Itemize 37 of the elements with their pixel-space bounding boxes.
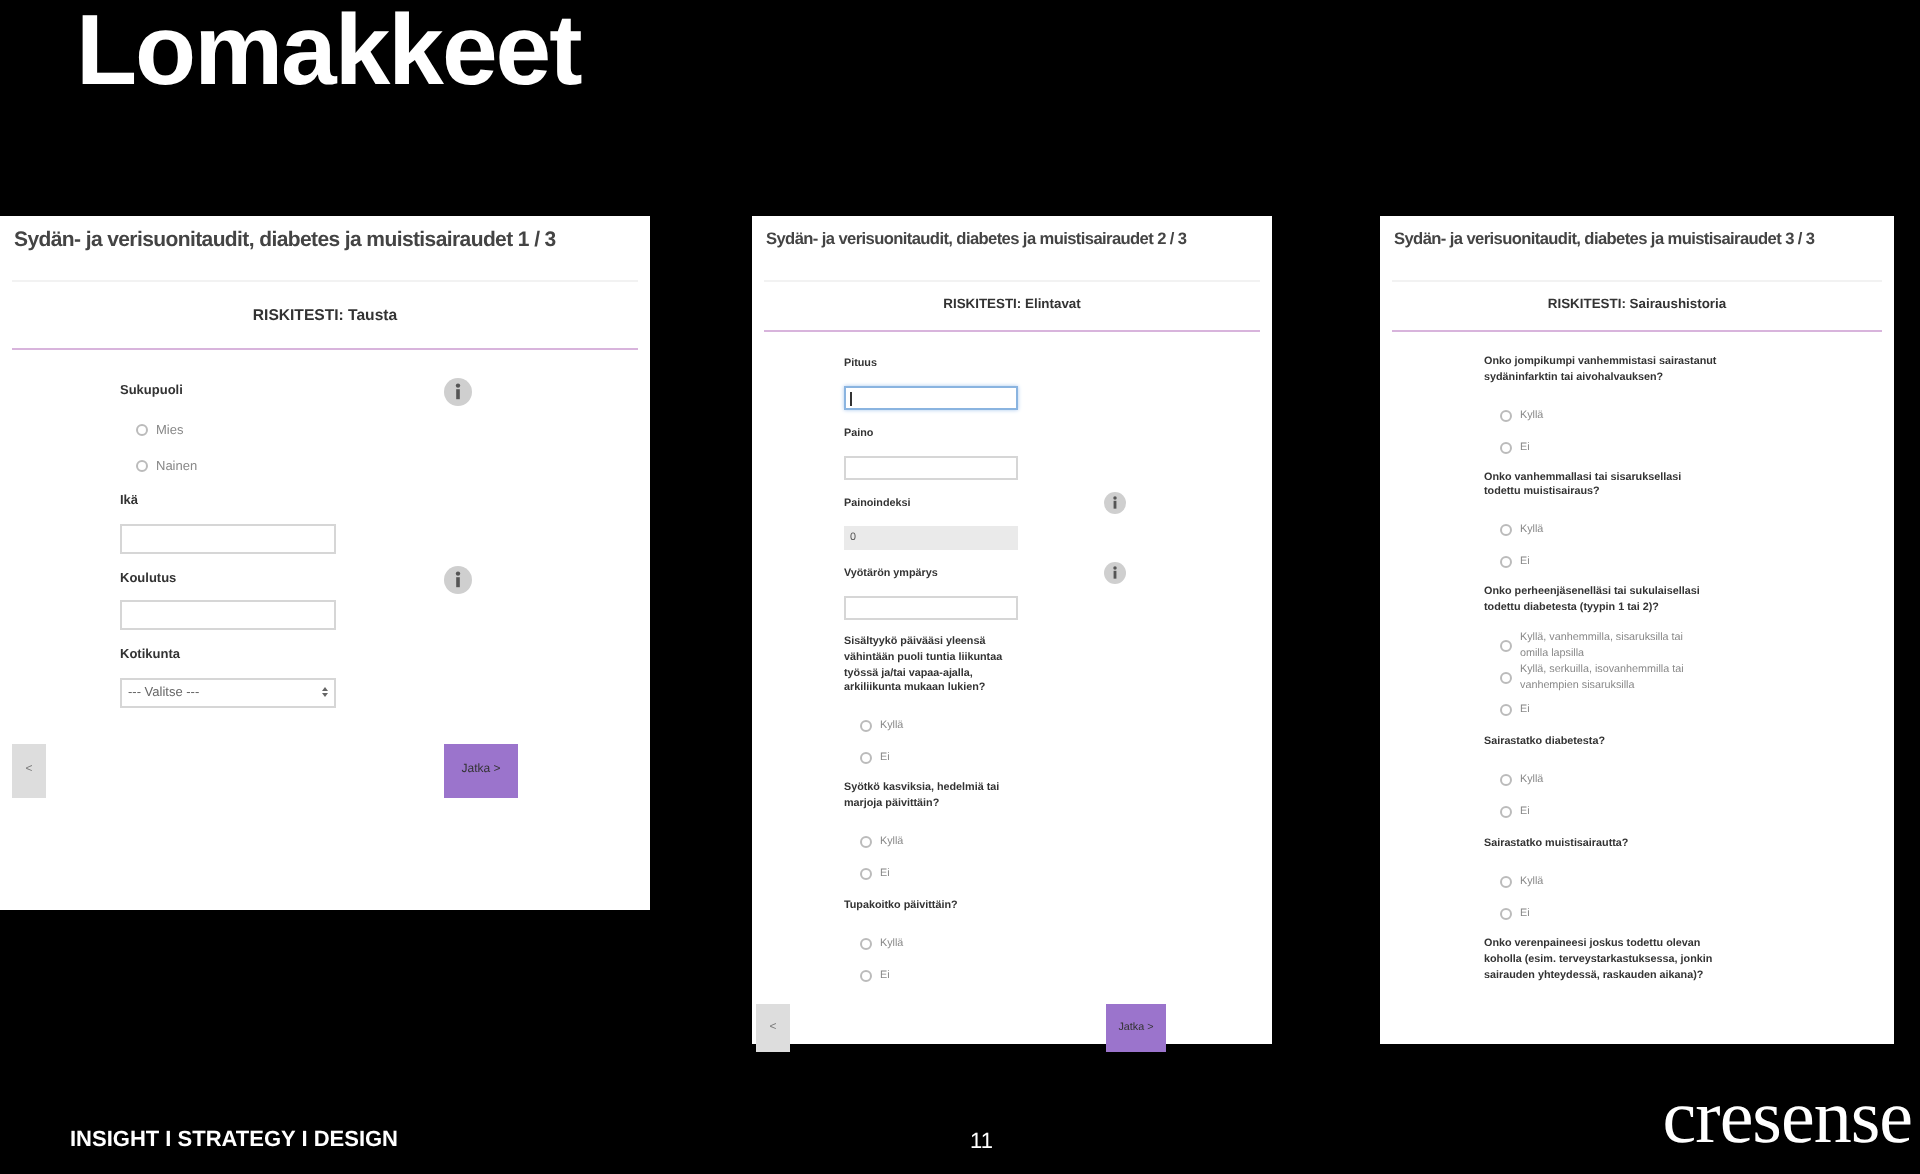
radio-button[interactable]: [1500, 908, 1512, 921]
radio-button[interactable]: [136, 460, 148, 473]
slide-title: Lomakkeet: [76, 0, 581, 100]
radio-button[interactable]: [1500, 806, 1512, 819]
radio-button[interactable]: [1500, 672, 1512, 685]
page-number: 11: [970, 1130, 993, 1154]
radio-button[interactable]: [1500, 774, 1512, 787]
radio-button[interactable]: [860, 835, 872, 848]
info-icon[interactable]: [1104, 562, 1126, 584]
radio-button[interactable]: [860, 720, 872, 733]
input-field[interactable]: [120, 600, 336, 631]
radio-button[interactable]: [1500, 640, 1512, 653]
tagline: INSIGHT I STRATEGY I DESIGN: [70, 1128, 399, 1152]
form-title: Sydän- ja verisuonitaudit, diabetes ja muistisairaudet 1 / 3: [12, 226, 558, 256]
radio-button[interactable]: [1500, 409, 1512, 422]
radio-button[interactable]: [136, 424, 148, 437]
radio-button[interactable]: [1500, 441, 1512, 454]
radio-button[interactable]: [1500, 876, 1512, 889]
radio-button[interactable]: [860, 867, 872, 880]
radio-button[interactable]: [860, 937, 872, 950]
info-icon[interactable]: [444, 378, 472, 406]
info-icon[interactable]: [444, 565, 472, 594]
radio-button[interactable]: [1500, 704, 1512, 717]
radio-button[interactable]: [860, 969, 872, 982]
input-field[interactable]: [844, 456, 1018, 480]
logo: cresense: [1662, 1082, 1912, 1154]
form-title: Sydän- ja verisuonitaudit, diabetes ja muistisairaudet 2 / 3: [764, 226, 1189, 252]
radio-button[interactable]: [1500, 524, 1512, 537]
text-cursor: [850, 391, 852, 405]
input-field[interactable]: [844, 386, 1018, 410]
radio-button[interactable]: [860, 752, 872, 765]
info-icon[interactable]: [1104, 492, 1126, 514]
input-field[interactable]: [120, 523, 336, 554]
input-field[interactable]: [844, 596, 1018, 620]
up-down-caret-icon: [322, 686, 328, 699]
form-title: Sydän- ja verisuonitaudit, diabetes ja muistisairaudet 3 / 3: [1392, 226, 1817, 252]
radio-button[interactable]: [1500, 556, 1512, 569]
